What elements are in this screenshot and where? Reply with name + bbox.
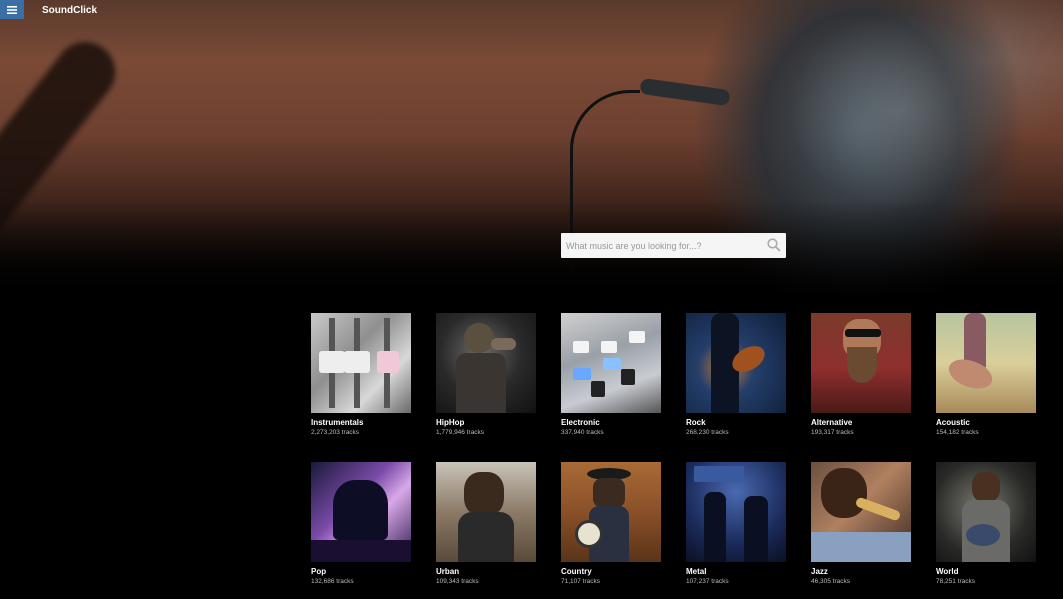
genre-image-urban (436, 462, 536, 562)
genre-grid: Instrumentals 2,273,203 tracks HipHop 1,… (311, 313, 1041, 599)
genre-tile-hiphop[interactable]: HipHop 1,779,946 tracks (436, 313, 536, 437)
hero-fade (0, 200, 1063, 300)
genre-image-instrumentals (311, 313, 411, 413)
search-icon[interactable] (767, 238, 781, 252)
genre-name: Country (561, 567, 592, 576)
genre-image-hiphop (436, 313, 536, 413)
genre-tile-world[interactable]: World 78,251 tracks (936, 462, 1036, 586)
search-box (561, 233, 786, 258)
genre-tile-jazz[interactable]: Jazz 46,305 tracks (811, 462, 911, 586)
genre-tile-urban[interactable]: Urban 109,343 tracks (436, 462, 536, 586)
genre-tile-instrumentals[interactable]: Instrumentals 2,273,203 tracks (311, 313, 411, 437)
hamburger-menu-icon (7, 5, 17, 14)
search-input[interactable] (561, 233, 761, 258)
genre-track-count: 2,273,203 tracks (311, 429, 360, 436)
genre-track-count: 154,182 tracks (936, 429, 979, 436)
genre-image-jazz (811, 462, 911, 562)
genre-track-count: 71,107 tracks (561, 578, 601, 585)
genre-image-alternative (811, 313, 911, 413)
genre-tile-acoustic[interactable]: Acoustic 154,182 tracks (936, 313, 1036, 437)
menu-button[interactable] (0, 0, 24, 19)
genre-track-count: 132,686 tracks (311, 578, 354, 585)
genre-name: Rock (686, 418, 706, 427)
hero-banner (0, 0, 1063, 300)
genre-track-count: 193,317 tracks (811, 429, 854, 436)
genre-tile-electronic[interactable]: Electronic 337,940 tracks (561, 313, 661, 437)
genre-tile-country[interactable]: Country 71,107 tracks (561, 462, 661, 586)
genre-tile-pop[interactable]: Pop 132,686 tracks (311, 462, 411, 586)
genre-name: Metal (686, 567, 707, 576)
genre-track-count: 337,940 tracks (561, 429, 604, 436)
genre-track-count: 107,237 tracks (686, 578, 729, 585)
genre-name: HipHop (436, 418, 465, 427)
page: SoundClick Instrumentals 2,273,203 track… (0, 0, 1063, 599)
genre-track-count: 1,779,946 tracks (436, 429, 485, 436)
genre-image-pop (311, 462, 411, 562)
genre-name: Alternative (811, 418, 853, 427)
genre-name: Instrumentals (311, 418, 364, 427)
genre-tile-metal[interactable]: Metal 107,237 tracks (686, 462, 786, 586)
genre-track-count: 268,230 tracks (686, 429, 729, 436)
genre-image-electronic (561, 313, 661, 413)
genre-track-count: 78,251 tracks (936, 578, 976, 585)
genre-image-metal (686, 462, 786, 562)
genre-name: World (936, 567, 959, 576)
genre-tile-alternative[interactable]: Alternative 193,317 tracks (811, 313, 911, 437)
genre-track-count: 46,305 tracks (811, 578, 851, 585)
genre-track-count: 109,343 tracks (436, 578, 479, 585)
genre-image-world (936, 462, 1036, 562)
genre-image-rock (686, 313, 786, 413)
genre-tile-rock[interactable]: Rock 268,230 tracks (686, 313, 786, 437)
genre-name: Acoustic (936, 418, 970, 427)
genre-image-country (561, 462, 661, 562)
genre-image-acoustic (936, 313, 1036, 413)
genre-name: Jazz (811, 567, 828, 576)
genre-name: Pop (311, 567, 327, 576)
genre-name: Urban (436, 567, 460, 576)
genre-name: Electronic (561, 418, 600, 427)
brand-logo-text[interactable]: SoundClick (42, 5, 97, 16)
